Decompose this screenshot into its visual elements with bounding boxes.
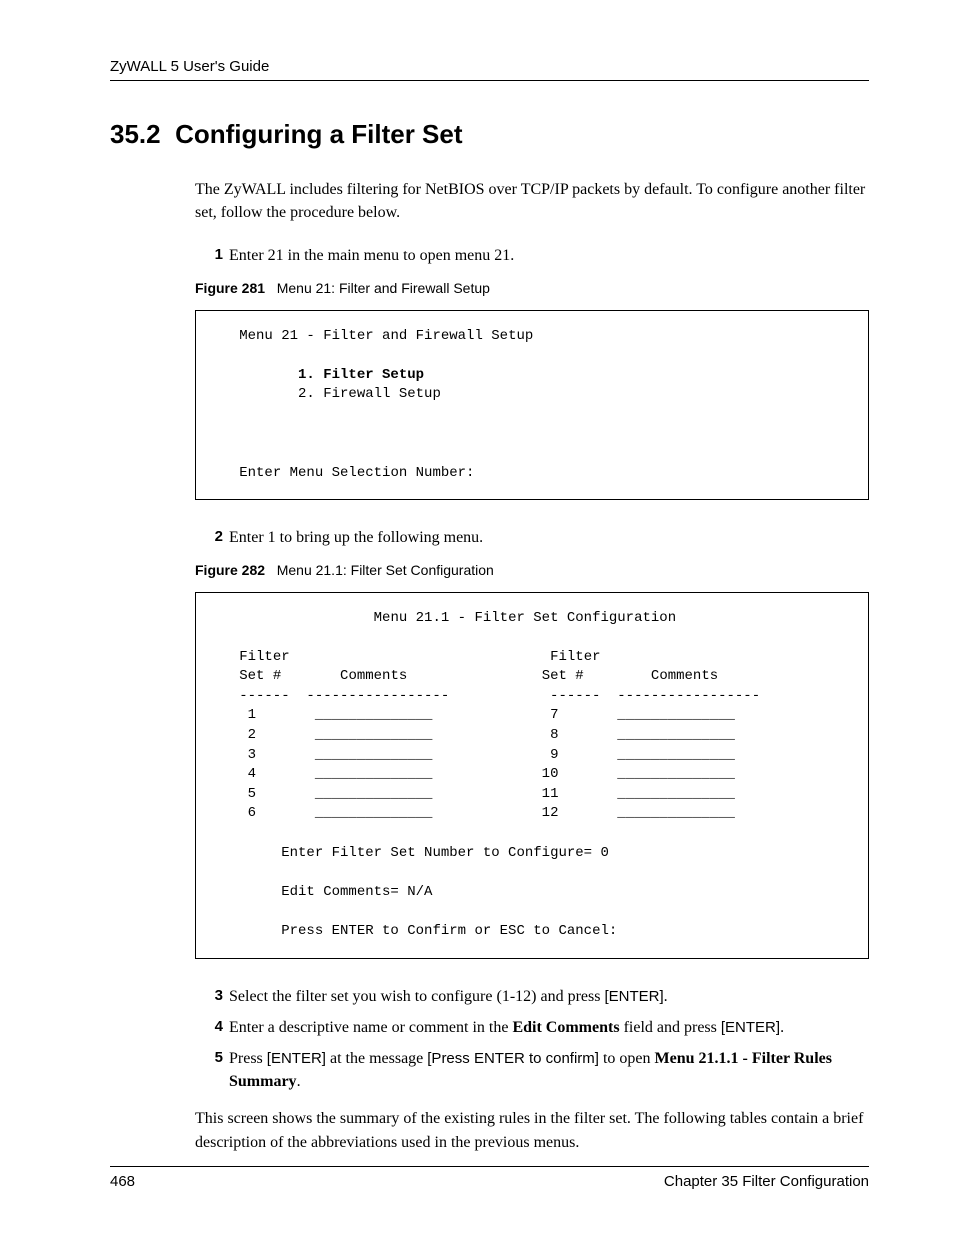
step-4: 4 Enter a descriptive name or comment in… xyxy=(205,1016,869,1039)
step-5: 5 Press [ENTER] at the message [Press EN… xyxy=(205,1047,869,1093)
step-number: 1 xyxy=(205,244,223,267)
figure-282-console: Menu 21.1 - Filter Set Configuration Fil… xyxy=(195,592,869,959)
section-number: 35.2 xyxy=(110,119,161,149)
step-text: Enter a descriptive name or comment in t… xyxy=(229,1016,784,1039)
figure-282-caption: Figure 282 Menu 21.1: Filter Set Configu… xyxy=(195,562,869,578)
col-header: Set # xyxy=(542,668,584,684)
figure-label: Figure 281 xyxy=(195,280,265,296)
row-num: 6 xyxy=(248,805,256,821)
console-prompt: Press ENTER to Confirm or ESC to Cancel: xyxy=(281,923,617,939)
figure-caption-text: Menu 21: Filter and Firewall Setup xyxy=(277,280,490,296)
figure-281-console: Menu 21 - Filter and Firewall Setup 1. F… xyxy=(195,310,869,501)
row-num: 9 xyxy=(550,747,558,763)
figure-caption-text: Menu 21.1: Filter Set Configuration xyxy=(277,562,494,578)
text-part: field and press xyxy=(620,1019,721,1036)
step-number: 3 xyxy=(205,985,223,1008)
col-header: Filter xyxy=(239,649,289,665)
row-num: 4 xyxy=(248,766,256,782)
section-title-text: Configuring a Filter Set xyxy=(175,119,462,149)
row-num: 5 xyxy=(248,786,256,802)
col-header: Set # xyxy=(239,668,281,684)
enter-key: [ENTER] xyxy=(267,1050,326,1067)
steps-3-5: 3 Select the filter set you wish to conf… xyxy=(205,985,869,1094)
console-title: Menu 21 - Filter and Firewall Setup xyxy=(239,328,533,344)
page-footer: 468 Chapter 35 Filter Configuration xyxy=(110,1166,869,1190)
step-1: 1 Enter 21 in the main menu to open menu… xyxy=(205,244,869,267)
text-part: Enter a descriptive name or comment in t… xyxy=(229,1019,512,1036)
step-number: 2 xyxy=(205,526,223,549)
row-num: 10 xyxy=(542,766,559,782)
step-3: 3 Select the filter set you wish to conf… xyxy=(205,985,869,1008)
console-prompt: Edit Comments= N/A xyxy=(281,884,432,900)
console-item-1: 1. Filter Setup xyxy=(298,367,424,383)
text-part: to open xyxy=(599,1050,655,1067)
console-prompt: Enter Filter Set Number to Configure= 0 xyxy=(281,845,609,861)
console-prompt: Enter Menu Selection Number: xyxy=(239,465,474,481)
bold-part: Edit Comments xyxy=(512,1019,619,1036)
header-title: ZyWALL 5 User's Guide xyxy=(110,58,269,75)
chapter-label: Chapter 35 Filter Configuration xyxy=(664,1173,869,1190)
row-num: 8 xyxy=(550,727,558,743)
outro-paragraph: This screen shows the summary of the exi… xyxy=(195,1107,869,1153)
step-2: 2 Enter 1 to bring up the following menu… xyxy=(205,526,869,549)
figure-281-caption: Figure 281 Menu 21: Filter and Firewall … xyxy=(195,280,869,296)
col-header: Comments xyxy=(651,668,718,684)
row-num: 7 xyxy=(550,707,558,723)
enter-key: [ENTER] xyxy=(604,988,663,1005)
step-text: Select the filter set you wish to config… xyxy=(229,985,668,1008)
text-part: Press xyxy=(229,1050,267,1067)
text-part: . xyxy=(780,1019,784,1036)
console-item-2: 2. Firewall Setup xyxy=(298,386,441,402)
step-number: 4 xyxy=(205,1016,223,1039)
row-num: 1 xyxy=(248,707,256,723)
col-header: Comments xyxy=(340,668,407,684)
section-heading: 35.2 Configuring a Filter Set xyxy=(110,119,869,150)
text-part: Select the filter set you wish to config… xyxy=(229,988,604,1005)
col-header: Filter xyxy=(550,649,600,665)
text-part: at the message xyxy=(326,1050,427,1067)
text-part: . xyxy=(297,1073,301,1090)
step-text: Enter 1 to bring up the following menu. xyxy=(229,526,483,549)
page-header: ZyWALL 5 User's Guide xyxy=(110,58,869,81)
step-text: Press [ENTER] at the message [Press ENTE… xyxy=(229,1047,869,1093)
row-num: 3 xyxy=(248,747,256,763)
intro-paragraph: The ZyWALL includes filtering for NetBIO… xyxy=(195,178,869,224)
row-num: 11 xyxy=(542,786,559,802)
row-num: 2 xyxy=(248,727,256,743)
step-text: Enter 21 in the main menu to open menu 2… xyxy=(229,244,514,267)
figure-label: Figure 282 xyxy=(195,562,265,578)
message-text: [Press ENTER to confirm] xyxy=(427,1050,599,1067)
page-number: 468 xyxy=(110,1173,135,1190)
row-num: 12 xyxy=(542,805,559,821)
enter-key: [ENTER] xyxy=(721,1019,780,1036)
console-title: Menu 21.1 - Filter Set Configuration xyxy=(374,610,676,626)
text-part: . xyxy=(664,988,668,1005)
step-number: 5 xyxy=(205,1047,223,1093)
